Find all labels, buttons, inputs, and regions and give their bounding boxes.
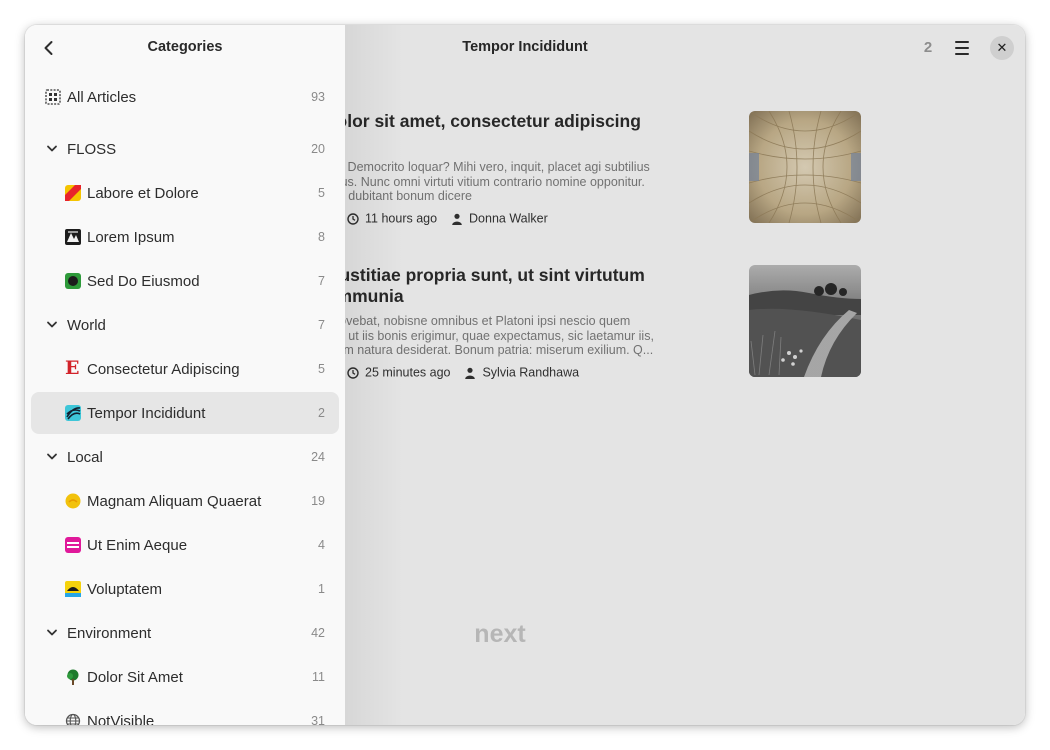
feed-label: Labore et Dolore [87,185,199,202]
category-environment[interactable]: Environment 42 [31,612,339,654]
category-count: 42 [311,626,325,640]
feed-logo-icon [65,185,81,201]
article-thumbnail [749,265,861,377]
article-thumbnail [749,111,861,223]
feed-labore-et-dolore[interactable]: Labore et Dolore 5 [31,172,339,214]
feed-sed-do-eiusmod[interactable]: Sed Do Eiusmod 7 [31,260,339,302]
clock-icon [346,367,359,379]
feed-magnam-aliquam-quaerat[interactable]: Magnam Aliquam Quaerat 19 [31,480,339,522]
feed-logo-icon: E [65,357,80,379]
feed-lorem-ipsum[interactable]: Lorem Ipsum 8 [31,216,339,258]
globe-icon [65,713,81,725]
feed-label: Lorem Ipsum [87,229,175,246]
feed-count: 19 [311,494,325,508]
feed-label: NotVisible [87,713,155,725]
feed-logo-icon [65,537,81,553]
sidebar-item-count: 93 [311,90,325,104]
article-snippet: one aut de Democrito loquar? Mihi vero, … [285,160,650,204]
chevron-down-icon [47,321,57,328]
article-author: Sylvia Randhawa [482,365,580,380]
category-label: Local [67,449,103,466]
chevron-down-icon [47,629,57,636]
feed-label: Dolor Sit Amet [87,669,183,686]
category-label: Environment [67,625,152,642]
article-title: ec ita iustitiae propria sunt, ut sint v… [285,265,645,306]
feed-voluptatem[interactable]: Voluptatem 1 [31,568,339,610]
tree-icon [67,669,79,685]
chevron-down-icon [47,453,57,460]
close-button[interactable]: ✕ [990,36,1014,60]
feed-label: Tempor Incididunt [87,405,206,422]
feed-tempor-incididunt[interactable]: Tempor Incididunt 2 [31,392,339,434]
article-item[interactable]: ec ita iustitiae propria sunt, ut sint v… [285,265,885,385]
feed-count: 11 [312,670,325,684]
feed-notvisible[interactable]: NotVisible 31 [31,700,339,725]
feed-count: 5 [318,362,325,376]
feed-logo-icon [65,405,81,421]
sidebar-title: Categories [147,39,223,55]
main-menu-button[interactable] [947,35,977,61]
person-icon [451,213,462,225]
clock-icon [346,213,359,225]
unread-count-badge: 2 [923,39,933,56]
feed-count: 2 [318,406,325,420]
feed-count: 5 [318,186,325,200]
category-local[interactable]: Local 24 [31,436,339,478]
hamburger-icon [955,41,969,43]
all-articles-icon [45,89,61,105]
back-button[interactable] [37,36,61,60]
feed-count: 4 [318,538,325,552]
feed-label: Sed Do Eiusmod [87,273,200,290]
chevron-down-icon [47,145,57,152]
category-count: 20 [311,142,325,156]
categories-sidebar: Categories All Articles 93 FLOSS 20 Labo… [25,25,345,725]
feed-count: 31 [311,714,325,725]
feed-label: Voluptatem [87,581,163,598]
article-time: 11 hours ago [365,211,438,226]
feed-label: Consectetur Adipiscing [87,361,240,378]
article-author: Donna Walker [469,211,548,226]
sidebar-item-label: All Articles [67,89,137,106]
feed-logo-icon [65,581,81,597]
feed-count: 1 [318,582,325,596]
feed-count: 8 [318,230,325,244]
app-window: Tempor Incididunt 2 ✕ sum dolor sit amet… [25,25,1025,725]
feed-dolor-sit-amet[interactable]: Dolor Sit Amet 11 [31,656,339,698]
feed-ut-enim-aeque[interactable]: Ut Enim Aeque 4 [31,524,339,566]
feed-logo-icon [65,493,81,509]
category-count: 24 [311,450,325,464]
feed-consectetur-adipiscing[interactable]: E Consectetur Adipiscing 5 [31,348,339,390]
article-item[interactable]: sum dolor sit amet, consectetur adipisci… [285,111,885,231]
category-count: 7 [318,318,325,332]
chevron-left-icon [44,41,53,55]
feed-count: 7 [318,274,325,288]
feed-label: Ut Enim Aeque [87,537,188,554]
feed-label: Magnam Aliquam Quaerat [87,493,262,510]
window-title: Tempor Incididunt [462,39,588,55]
feed-logo-icon [65,229,81,245]
feed-logo-icon [65,273,81,289]
article-title: sum dolor sit amet, consectetur adipisci… [285,111,641,131]
person-icon [465,367,475,379]
category-label: World [67,317,106,334]
category-label: FLOSS [67,141,117,158]
category-floss[interactable]: FLOSS 20 [31,128,339,170]
next-page-button[interactable]: next [425,620,575,649]
sidebar-header: Categories [25,25,345,71]
article-snippet: tas commovebat, nobisne omnibus et Plato… [285,314,654,358]
category-world[interactable]: World 7 [31,304,339,346]
article-time: 25 minutes ago [365,365,451,380]
sidebar-item-all-articles[interactable]: All Articles 93 [31,76,339,118]
